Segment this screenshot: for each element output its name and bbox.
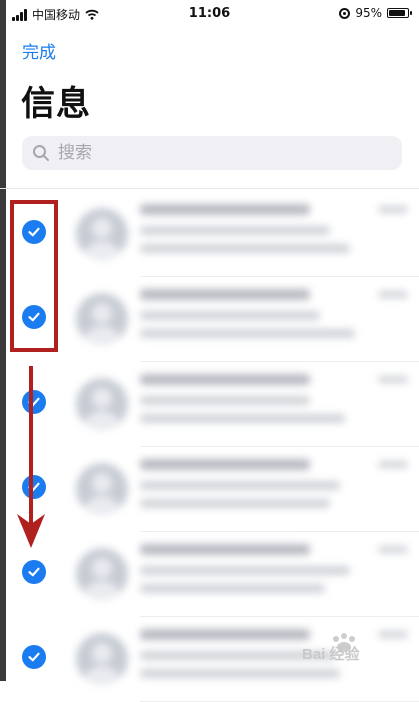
time-placeholder [378, 546, 408, 553]
preview-placeholder [140, 669, 340, 678]
header-divider [0, 188, 419, 189]
blurred-message-content [66, 362, 416, 447]
selection-checkbox[interactable] [22, 560, 46, 584]
battery-percentage: 95% [355, 6, 382, 20]
preview-placeholder [140, 566, 350, 575]
preview-placeholder [140, 244, 350, 253]
sender-placeholder [140, 544, 310, 555]
done-button[interactable]: 完成 [22, 38, 56, 63]
contact-avatar-icon [76, 378, 128, 430]
contact-avatar-icon [76, 293, 128, 345]
selection-highlight-box [10, 200, 58, 352]
checkmark-icon [28, 567, 40, 577]
carrier-name: 中国移动 [32, 8, 81, 22]
preview-placeholder [140, 584, 325, 593]
status-time: 11:06 [188, 6, 231, 21]
sender-placeholder [140, 204, 310, 215]
checkmark-icon [28, 652, 40, 662]
arrow-down-icon [17, 366, 45, 548]
wifi-icon [85, 9, 99, 20]
sender-placeholder [140, 289, 310, 300]
sender-placeholder [140, 629, 310, 640]
time-placeholder [378, 291, 408, 298]
status-left: 中国移动 [12, 6, 99, 23]
battery-icon [387, 8, 412, 18]
search-bar[interactable] [22, 136, 402, 170]
contact-avatar-icon [76, 208, 128, 260]
preview-placeholder [140, 396, 310, 405]
message-row[interactable] [0, 532, 419, 617]
preview-placeholder [140, 329, 355, 338]
message-row[interactable] [0, 277, 419, 362]
contact-avatar-icon [76, 548, 128, 600]
baidu-watermark: Bai 经验 [302, 633, 361, 663]
blurred-message-content [66, 447, 416, 532]
sender-placeholder [140, 459, 310, 470]
preview-placeholder [140, 499, 330, 508]
blurred-message-content [66, 532, 416, 617]
contact-avatar-icon [76, 463, 128, 515]
message-row[interactable] [0, 362, 419, 447]
time-placeholder [378, 376, 408, 383]
time-placeholder [378, 206, 408, 213]
blurred-message-content [66, 192, 416, 277]
orientation-lock-icon [339, 7, 351, 19]
message-row[interactable] [0, 447, 419, 532]
preview-placeholder [140, 226, 330, 235]
search-icon [33, 145, 49, 161]
status-right: 95% [339, 6, 412, 20]
watermark-text: Bai 经验 [302, 645, 361, 663]
status-bar: 中国移动 11:06 95% [0, 0, 419, 28]
page-title: 信息 [21, 84, 91, 124]
preview-placeholder [140, 311, 320, 320]
selection-checkbox[interactable] [22, 645, 46, 669]
time-placeholder [378, 461, 408, 468]
battery-fill [389, 10, 406, 16]
message-list [0, 192, 419, 702]
sender-placeholder [140, 374, 310, 385]
blurred-message-content [66, 277, 416, 362]
preview-placeholder [140, 414, 345, 423]
message-row[interactable] [0, 192, 419, 277]
contact-avatar-icon [76, 633, 128, 685]
preview-placeholder [140, 481, 340, 490]
search-input[interactable] [56, 142, 360, 164]
signal-icon [12, 8, 27, 21]
